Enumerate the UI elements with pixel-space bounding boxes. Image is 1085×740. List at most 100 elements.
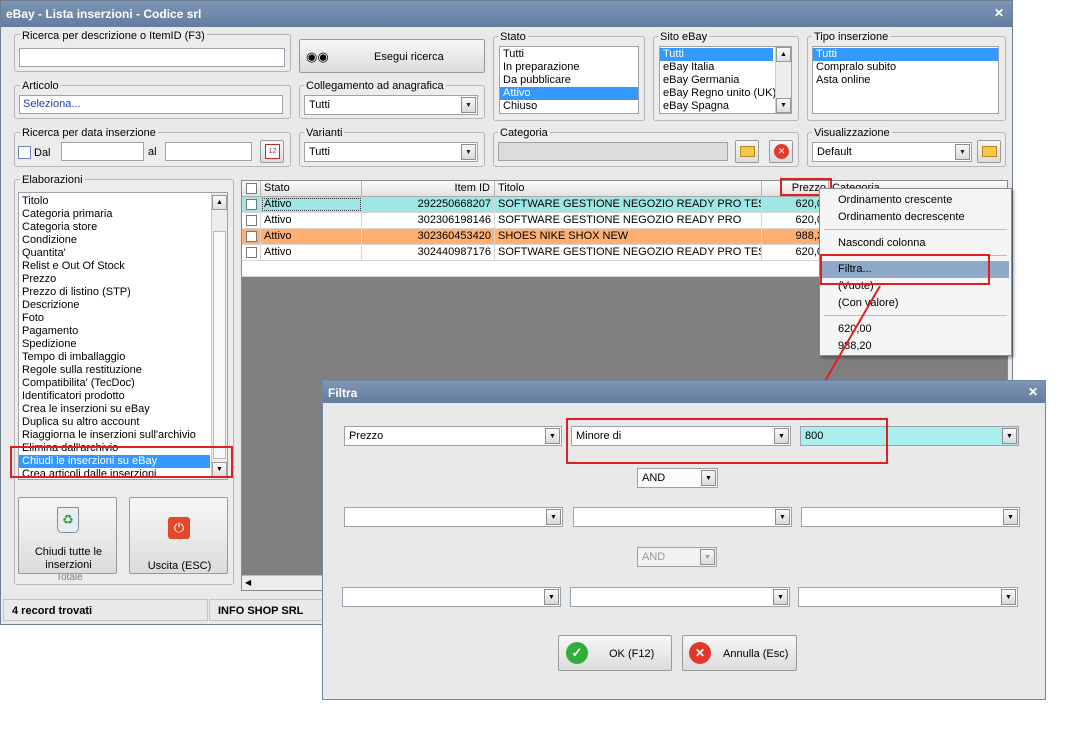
filter-cancel-button[interactable]: ✕ Annulla (Esc)	[682, 635, 797, 671]
filter-field-3[interactable]: ▼	[342, 587, 561, 607]
stato-item[interactable]: In preparazione	[500, 61, 638, 74]
sito-item[interactable]: eBay Spagna	[660, 100, 773, 113]
filter-field-2[interactable]: ▼	[344, 507, 563, 527]
elaborazioni-item[interactable]: Categoria store	[19, 221, 210, 234]
stato-item[interactable]: Tutti	[500, 48, 638, 61]
filter-value-2[interactable]: ▼	[801, 507, 1020, 527]
table-row[interactable]: Attivo 302306198146 SOFTWARE GESTIONE NEGO…	[242, 213, 827, 229]
elaborazioni-item[interactable]: Identificatori prodotto	[19, 390, 210, 403]
row-select-cell[interactable]	[242, 197, 261, 212]
checkbox[interactable]	[246, 199, 257, 210]
chevron-down-icon: ▼	[773, 589, 788, 605]
articolo-field[interactable]: Seleziona...	[19, 95, 283, 114]
categoria-label: Categoria	[498, 127, 550, 139]
elaborazioni-item[interactable]: Compatibilita' (TecDoc)	[19, 377, 210, 390]
elaborazioni-item[interactable]: Descrizione	[19, 299, 210, 312]
filter-join-2[interactable]: AND ▼	[637, 547, 717, 567]
elaborazioni-item[interactable]: Quantita'	[19, 247, 210, 260]
categoria-field[interactable]	[498, 142, 728, 161]
elaborazioni-item[interactable]: Relist e Out Of Stock	[19, 260, 210, 273]
sito-item[interactable]: eBay Regno unito (UK)	[660, 87, 776, 100]
elaborazioni-item[interactable]: Spedizione	[19, 338, 210, 351]
tipo-item[interactable]: Compralo subito	[813, 61, 998, 74]
elaborazioni-item[interactable]: Crea le inserzioni su eBay	[19, 403, 210, 416]
grid-new-row[interactable]	[242, 261, 827, 277]
visualizzazione-folder-button[interactable]	[977, 140, 1001, 163]
table-row[interactable]: Attivo 302440987176 SOFTWARE GESTIONE NEGO…	[242, 245, 827, 261]
filter-field-1[interactable]: Prezzo ▼	[344, 426, 562, 446]
scroll-thumb[interactable]	[213, 231, 226, 459]
scroll-left-icon[interactable]: ◀	[245, 578, 251, 587]
exit-button[interactable]: ⏻ Uscita (ESC)	[129, 497, 228, 574]
elaborazioni-item[interactable]: Tempo di imballaggio	[19, 351, 210, 364]
chevron-down-icon: ▼	[461, 144, 476, 160]
filter-ok-button[interactable]: ✓ OK (F12)	[558, 635, 672, 671]
checkbox[interactable]	[246, 231, 257, 242]
sito-item[interactable]: Tutti	[660, 48, 773, 61]
stato-item[interactable]: Da pubblicare	[500, 74, 638, 87]
cell-itemid: 302360453420	[362, 229, 495, 244]
filter-operator-2[interactable]: ▼	[573, 507, 792, 527]
scroll-up-icon[interactable]: ▲	[776, 47, 791, 62]
elaborazioni-item[interactable]: Regole sulla restituzione	[19, 364, 210, 377]
stato-item[interactable]: Chiuso	[500, 100, 638, 113]
tipo-item[interactable]: Asta online	[813, 74, 998, 87]
header-titolo[interactable]: Titolo	[495, 181, 762, 197]
tipo-item[interactable]: Tutti	[813, 48, 998, 61]
visualizzazione-select[interactable]: Default ▼	[812, 142, 972, 162]
close-all-listings-button[interactable]: ♻ Chiudi tutte le inserzioni	[18, 497, 117, 574]
elaborazioni-item[interactable]: Riaggiorna le inserzioni sull'archivio	[19, 429, 210, 442]
varianti-select[interactable]: Tutti ▼	[304, 142, 478, 162]
search-input[interactable]	[19, 48, 285, 67]
calendar-button[interactable]: 12	[260, 140, 284, 163]
menu-hide-column[interactable]: Nascondi colonna	[838, 237, 925, 250]
sito-item[interactable]: eBay Italia	[660, 61, 773, 74]
table-row[interactable]: Attivo 302360453420 SHOES NIKE SHOX NEW 988…	[242, 229, 827, 245]
scroll-down-icon[interactable]: ▼	[776, 98, 791, 113]
row-select-cell[interactable]	[242, 213, 261, 228]
elaborazioni-item[interactable]: Foto	[19, 312, 210, 325]
elaborazioni-item[interactable]: Prezzo di listino (STP)	[19, 286, 210, 299]
window-close-button[interactable]: ✕	[994, 6, 1004, 20]
checkbox[interactable]	[246, 247, 257, 258]
row-select-cell[interactable]	[242, 245, 261, 260]
cancel-icon: ✕	[689, 642, 711, 664]
header-select-all[interactable]	[242, 181, 261, 197]
sito-scrollbar[interactable]: ▲ ▼	[775, 47, 791, 113]
collegamento-select[interactable]: Tutti ▼	[304, 95, 478, 115]
elaborazioni-item[interactable]: Condizione	[19, 234, 210, 247]
elaborazioni-item[interactable]: Duplica su altro account	[19, 416, 210, 429]
checkbox[interactable]	[246, 183, 257, 194]
categoria-clear-button[interactable]: ✕	[769, 140, 793, 163]
sito-item[interactable]: eBay Germania	[660, 74, 773, 87]
menu-sort-asc[interactable]: Ordinamento crescente	[838, 194, 952, 207]
table-row[interactable]: Attivo 292250668207 SOFTWARE GESTIONE NEGO…	[242, 197, 827, 213]
elaborazioni-item[interactable]: Categoria primaria	[19, 208, 210, 221]
filter-close-button[interactable]: ✕	[1028, 385, 1038, 399]
al-date-input[interactable]	[165, 142, 252, 161]
stato-list[interactable]: Tutti In preparazione Da pubblicare Attivo C…	[499, 46, 639, 114]
header-stato[interactable]: Stato	[261, 181, 362, 197]
categoria-browse-button[interactable]	[735, 140, 759, 163]
filter-operator-3[interactable]: ▼	[570, 587, 790, 607]
row-select-cell[interactable]	[242, 229, 261, 244]
elaborazioni-item[interactable]: Prezzo	[19, 273, 210, 286]
search-button[interactable]: ◉◉ Esegui ricerca	[299, 39, 485, 73]
tipo-list[interactable]: Tutti Compralo subito Asta online	[812, 46, 999, 114]
elaborazioni-item[interactable]: Titolo	[19, 195, 210, 208]
menu-sort-desc[interactable]: Ordinamento decrescente	[838, 211, 965, 224]
dal-date-input[interactable]	[61, 142, 144, 161]
header-itemid[interactable]: Item ID	[362, 181, 495, 197]
cell-titolo: SOFTWARE GESTIONE NEGOZIO READY PRO TEST	[495, 245, 762, 260]
elaborazioni-item[interactable]: Pagamento	[19, 325, 210, 338]
scroll-up-icon[interactable]: ▲	[212, 195, 227, 210]
delete-icon: ✕	[774, 144, 789, 159]
checkbox[interactable]	[246, 215, 257, 226]
elaborazioni-list[interactable]: Titolo Categoria primaria Categoria store C…	[18, 192, 228, 480]
elaborazioni-scrollbar[interactable]: ▲ ▼	[211, 193, 227, 479]
sito-list[interactable]: Tutti eBay Italia eBay Germania eBay Regno …	[659, 46, 792, 114]
filter-value-3[interactable]: ▼	[798, 587, 1018, 607]
dal-checkbox[interactable]	[18, 146, 31, 159]
filter-join-1[interactable]: AND ▼	[637, 468, 718, 488]
stato-item[interactable]: Attivo	[500, 87, 638, 100]
